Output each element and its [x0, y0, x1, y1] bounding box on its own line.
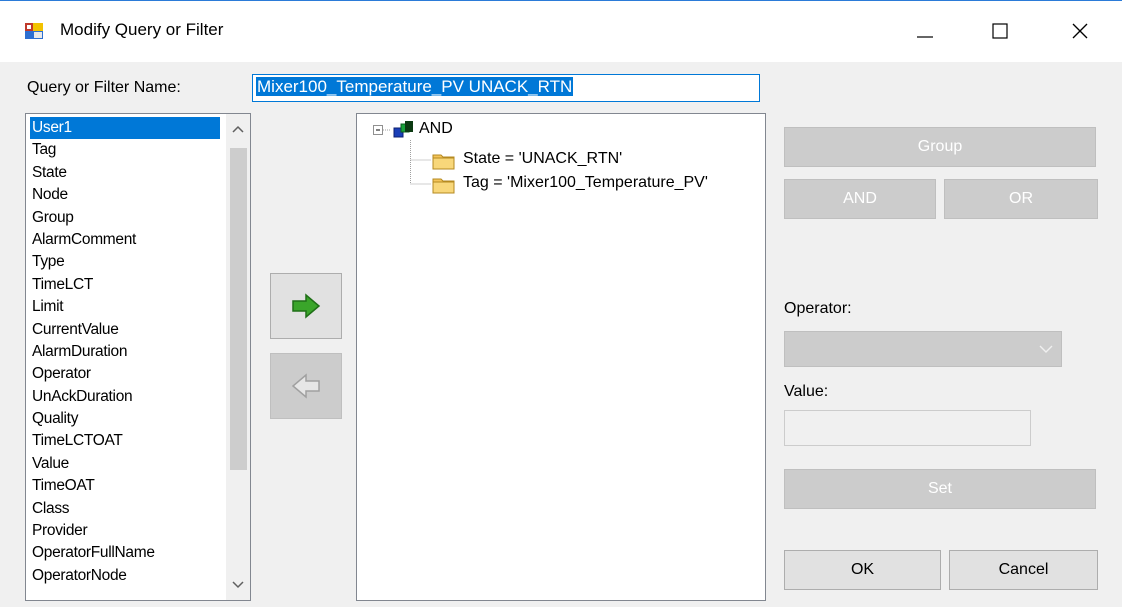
list-item[interactable]: AlarmDuration	[30, 341, 220, 363]
tree-node-state[interactable]: State = 'UNACK_RTN'	[463, 150, 622, 168]
list-item[interactable]: Group	[30, 207, 220, 229]
title-bar: Modify Query or Filter	[0, 0, 1122, 62]
cancel-button[interactable]: Cancel	[949, 550, 1098, 590]
list-item[interactable]: OperatorFullName	[30, 542, 220, 564]
list-item[interactable]: Class	[30, 498, 220, 520]
list-item[interactable]: Operator	[30, 363, 220, 385]
list-item[interactable]: Value	[30, 453, 220, 475]
operator-select[interactable]	[784, 331, 1062, 367]
operator-label: Operator:	[784, 300, 852, 317]
right-arrow-icon	[292, 293, 321, 319]
value-label: Value:	[784, 383, 829, 400]
list-item[interactable]: User1	[30, 117, 220, 140]
dialog-icon	[25, 23, 43, 39]
query-tree[interactable]: AND State = 'UNACK_RTN' Tag = 'Mixer100_…	[356, 113, 766, 601]
field-list: User1 Tag State Node Group AlarmComment Type Ti…	[30, 117, 220, 587]
tree-root-and[interactable]: AND	[419, 120, 453, 138]
minimize-icon	[917, 36, 933, 38]
filter-name-value: Mixer100_Temperature_PV UNACK_RTN	[256, 77, 574, 96]
or-button[interactable]: OR	[944, 179, 1098, 219]
group-button[interactable]: Group	[784, 127, 1096, 167]
set-button[interactable]: Set	[784, 469, 1096, 509]
list-item[interactable]: Quality	[30, 408, 220, 430]
and-button[interactable]: AND	[784, 179, 936, 219]
close-icon	[1072, 23, 1088, 39]
value-input[interactable]	[784, 410, 1031, 446]
list-item[interactable]: Provider	[30, 520, 220, 542]
remove-button[interactable]	[270, 353, 342, 419]
field-listbox[interactable]: User1 Tag State Node Group AlarmComment Type Ti…	[25, 113, 251, 601]
scroll-thumb[interactable]	[230, 148, 247, 470]
left-arrow-icon	[291, 373, 320, 399]
ok-button[interactable]: OK	[784, 550, 941, 590]
maximize-button[interactable]	[970, 1, 1030, 61]
close-button[interactable]	[1050, 1, 1110, 61]
filter-name-input[interactable]: Mixer100_Temperature_PV UNACK_RTN	[252, 74, 760, 102]
list-item[interactable]: Type	[30, 251, 220, 273]
minimize-button[interactable]	[895, 1, 955, 61]
name-label: Query or Filter Name:	[27, 79, 181, 96]
list-item[interactable]: Limit	[30, 296, 220, 318]
tree-node-tag[interactable]: Tag = 'Mixer100_Temperature_PV'	[463, 174, 708, 192]
folder-icon	[432, 154, 455, 170]
window-title: Modify Query or Filter	[60, 20, 224, 39]
folder-icon	[432, 178, 455, 194]
list-item[interactable]: TimeOAT	[30, 475, 220, 497]
chevron-up-icon	[232, 125, 244, 133]
chevron-down-icon	[1039, 345, 1053, 353]
maximize-icon	[992, 23, 1008, 39]
scroll-up-button[interactable]	[226, 116, 250, 142]
list-item[interactable]: OperatorNode	[30, 565, 220, 587]
vertical-scrollbar[interactable]	[226, 114, 250, 600]
list-item[interactable]: Tag	[30, 139, 220, 161]
and-node-icon	[393, 121, 413, 138]
list-item[interactable]: TimeLCT	[30, 274, 220, 296]
list-item[interactable]: Node	[30, 184, 220, 206]
list-item[interactable]: State	[30, 162, 220, 184]
scroll-down-button[interactable]	[226, 572, 250, 598]
list-item[interactable]: TimeLCTOAT	[30, 430, 220, 452]
list-item[interactable]: CurrentValue	[30, 319, 220, 341]
add-button[interactable]	[270, 273, 342, 339]
list-item[interactable]: AlarmComment	[30, 229, 220, 251]
list-item[interactable]: UnAckDuration	[30, 386, 220, 408]
chevron-down-icon	[232, 581, 244, 589]
